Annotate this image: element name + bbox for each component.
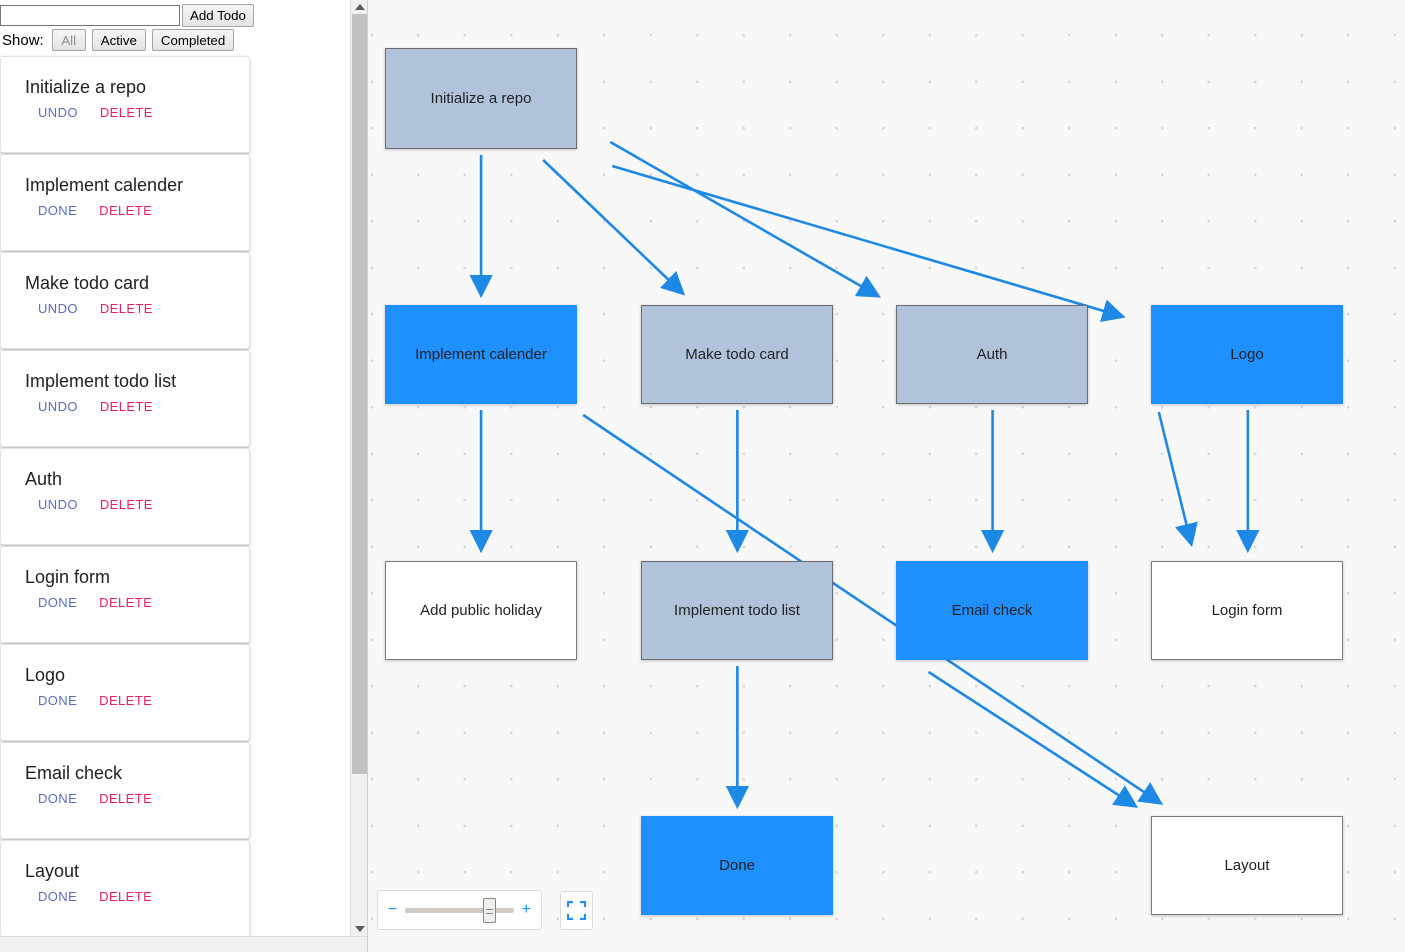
add-todo-button[interactable]: Add Todo — [182, 3, 254, 27]
todo-delete-button[interactable]: DELETE — [99, 693, 152, 708]
filter-label: Show: — [2, 31, 44, 49]
diagram-edge-email-to-layout — [927, 670, 1139, 808]
fit-to-screen-button[interactable] — [560, 891, 593, 930]
diagram-node-holiday[interactable]: Add public holiday — [385, 561, 577, 660]
todo-delete-button[interactable]: DELETE — [100, 105, 153, 120]
diagram-node-done[interactable]: Done — [641, 816, 833, 915]
filter-button-completed[interactable]: Completed — [151, 29, 235, 51]
diagram-edge-init-to-logo — [611, 164, 1126, 323]
todo-card-actions: DONE DELETE — [1, 589, 249, 610]
todo-toggle-button[interactable]: UNDO — [38, 497, 78, 512]
diagram-node-layout[interactable]: Layout — [1151, 816, 1343, 915]
todo-list: Initialize a repo UNDO DELETE Implement cal… — [0, 56, 367, 937]
todo-card-actions: DONE DELETE — [1, 687, 249, 708]
todo-card: Login form DONE DELETE — [0, 546, 250, 643]
diagram-node-calender[interactable]: Implement calender — [385, 305, 577, 404]
todo-sidebar: Add Todo Show: All Active Completed Init… — [0, 0, 368, 952]
todo-card: Implement todo list UNDO DELETE — [0, 350, 250, 447]
diagram-node-init[interactable]: Initialize a repo — [385, 48, 577, 149]
todo-delete-button[interactable]: DELETE — [99, 791, 152, 806]
zoom-slider-thumb[interactable] — [483, 897, 497, 923]
diagram-node-logo[interactable]: Logo — [1151, 305, 1343, 404]
todo-card-title: Logo — [25, 665, 66, 685]
todo-delete-button[interactable]: DELETE — [99, 889, 152, 904]
todo-card-actions: DONE DELETE — [1, 883, 249, 904]
diagram-node-auth[interactable]: Auth — [896, 305, 1088, 404]
fit-screen-icon — [567, 901, 586, 920]
todo-card-title: Email check — [25, 763, 123, 783]
todo-card: Initialize a repo UNDO DELETE — [0, 56, 250, 153]
todo-card-title: Implement todo list — [25, 371, 177, 391]
todo-card-title: Auth — [25, 469, 63, 489]
sidebar-vertical-scrollbar[interactable] — [350, 0, 367, 936]
filter-button-all[interactable]: All — [51, 29, 86, 51]
todo-card: Layout DONE DELETE — [0, 840, 250, 937]
todo-toggle-button[interactable]: DONE — [38, 889, 77, 904]
diagram-node-loginform[interactable]: Login form — [1151, 561, 1343, 660]
todo-card-actions: UNDO DELETE — [1, 393, 249, 414]
todo-card: Auth UNDO DELETE — [0, 448, 250, 545]
todo-toggle-button[interactable]: DONE — [38, 791, 77, 806]
edge-group — [469, 140, 1260, 810]
todo-toggle-button[interactable]: UNDO — [38, 399, 78, 414]
todo-card-actions: UNDO DELETE — [1, 295, 249, 316]
todo-card-title: Layout — [25, 861, 80, 881]
todo-card-title: Make todo card — [25, 273, 150, 293]
todo-card: Make todo card UNDO DELETE — [0, 252, 250, 349]
flow-diagram-canvas[interactable]: Initialize a repo Implement calender Make … — [368, 0, 1405, 952]
scroll-up-arrow-icon[interactable] — [351, 0, 367, 14]
todo-toggle-button[interactable]: DONE — [38, 203, 77, 218]
todo-toggle-button[interactable]: UNDO — [38, 301, 78, 316]
todo-delete-button[interactable]: DELETE — [99, 203, 152, 218]
todo-card-actions: UNDO DELETE — [1, 491, 249, 512]
todo-card-actions: DONE DELETE — [1, 197, 249, 218]
todo-delete-button[interactable]: DELETE — [100, 497, 153, 512]
zoom-slider-track[interactable] — [405, 897, 514, 923]
todo-card-title: Implement calender — [25, 175, 184, 195]
diagram-node-email[interactable]: Email check — [896, 561, 1088, 660]
todo-text-input[interactable] — [0, 4, 180, 26]
scroll-down-arrow-icon[interactable] — [351, 922, 367, 936]
todo-toggle-button[interactable]: DONE — [38, 595, 77, 610]
todo-toggle-button[interactable]: UNDO — [38, 105, 78, 120]
todo-delete-button[interactable]: DELETE — [100, 301, 153, 316]
todo-sidebar-content: Add Todo Show: All Active Completed Init… — [0, 0, 367, 938]
zoom-control[interactable]: − + — [377, 890, 542, 930]
diagram-edge-logo-to-email — [1157, 411, 1198, 548]
todo-card-title: Initialize a repo — [25, 77, 147, 97]
zoom-in-button[interactable]: + — [522, 902, 531, 918]
sidebar-hscrollbar-thumb[interactable] — [1, 938, 353, 951]
add-todo-form: Add Todo — [0, 0, 367, 28]
zoom-out-button[interactable]: − — [388, 902, 397, 918]
sidebar-scrollbar-thumb[interactable] — [352, 14, 367, 774]
filter-bar: Show: All Active Completed — [0, 28, 367, 56]
todo-toggle-button[interactable]: DONE — [38, 693, 77, 708]
diagram-node-todolist[interactable]: Implement todo list — [641, 561, 833, 660]
app-root: Add Todo Show: All Active Completed Init… — [0, 0, 1405, 952]
diagram-edge-init-to-auth — [609, 140, 882, 298]
todo-card: Implement calender DONE DELETE — [0, 154, 250, 251]
todo-card: Logo DONE DELETE — [0, 644, 250, 741]
todo-delete-button[interactable]: DELETE — [99, 595, 152, 610]
todo-delete-button[interactable]: DELETE — [100, 399, 153, 414]
sidebar-horizontal-scrollbar[interactable] — [0, 936, 367, 952]
todo-card-title: Login form — [25, 567, 111, 587]
filter-button-active[interactable]: Active — [91, 29, 146, 51]
todo-card-actions: DONE DELETE — [1, 785, 249, 806]
diagram-node-todocard[interactable]: Make todo card — [641, 305, 833, 404]
todo-card: Email check DONE DELETE — [0, 742, 250, 839]
todo-card-actions: UNDO DELETE — [1, 99, 249, 120]
